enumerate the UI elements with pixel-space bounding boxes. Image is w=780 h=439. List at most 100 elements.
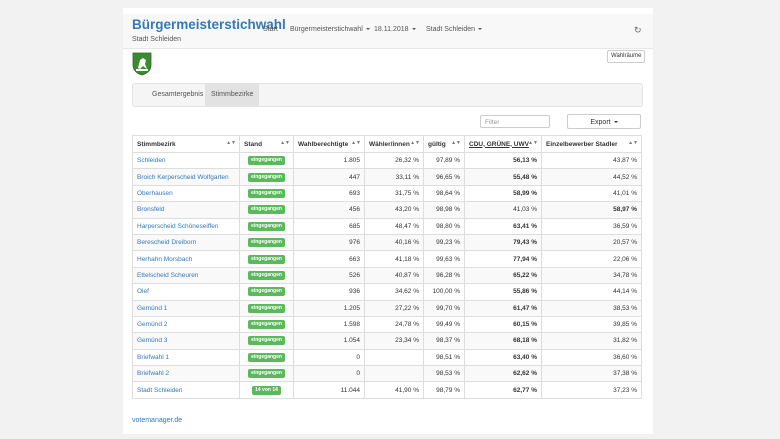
table-row: Ettelscheid Scheuren eingegangen 526 40,87 … — [132, 266, 642, 285]
eligible-cell: 936 — [293, 283, 365, 301]
district-link[interactable]: Gemünd 2 — [137, 321, 167, 328]
sort-icon: ▲▼ — [451, 140, 461, 146]
column-header[interactable]: Wähler/innen ▲▼ — [364, 135, 424, 153]
voters-cell: 31,75 % — [364, 184, 424, 203]
valid-cell: 99,23 % — [423, 233, 465, 252]
status-badge: eingegangen — [248, 287, 285, 297]
voters-cell: 27,22 % — [364, 299, 424, 317]
sort-icon: ▲▼ — [351, 140, 361, 146]
sort-icon: ▲▼ — [528, 140, 538, 146]
tab-gesamtergebnis[interactable]: Gesamtergebnis — [146, 84, 209, 106]
valid-cell: 96,65 % — [423, 168, 465, 186]
refresh-icon[interactable]: ↻ — [634, 25, 642, 36]
column-label: Stand — [244, 140, 263, 148]
sort-icon: ▲▼ — [280, 140, 290, 146]
district-link[interactable]: Olef — [137, 288, 149, 295]
status-badge: eingegangen — [248, 221, 285, 231]
status-badge: eingegangen — [248, 254, 285, 264]
cdu-cell: 77,94 % — [464, 250, 542, 268]
district-cell: Berescheid Dreiborn — [132, 233, 240, 252]
status-cell: eingegangen — [239, 365, 294, 383]
valid-cell: 98,79 % — [423, 381, 465, 399]
nav-election-label: Bürgermeisterstichwahl — [290, 26, 363, 33]
voters-cell: 26,32 % — [364, 151, 424, 170]
status-badge: eingegangen — [248, 205, 285, 215]
valid-cell: 98,51 % — [423, 348, 465, 367]
nav-start[interactable]: Start — [263, 26, 278, 33]
stadler-cell: 58,97 % — [541, 201, 642, 219]
district-link[interactable]: Berescheid Dreiborn — [137, 239, 196, 246]
status-cell: eingegangen — [239, 266, 294, 285]
stadler-cell: 37,23 % — [541, 381, 642, 399]
eligible-cell: 1.598 — [293, 315, 365, 334]
district-link[interactable]: Broich Kerperscheid Wolfgarten — [137, 174, 229, 181]
district-cell: Schleiden — [132, 151, 240, 170]
column-header[interactable]: Wahlberechtigte ▲▼ — [293, 135, 365, 153]
tab-stimmbezirke[interactable]: Stimmbezirke — [205, 84, 260, 106]
voters-cell: 33,11 % — [364, 168, 424, 186]
status-cell: 14 von 14 — [239, 381, 294, 399]
status-badge: eingegangen — [248, 156, 285, 166]
table-row: Bronsfeld eingegangen 456 43,20 % 98,98 % 41,… — [132, 201, 642, 219]
voters-cell: 34,62 % — [364, 283, 424, 301]
district-link[interactable]: Bronsfeld — [137, 206, 164, 213]
voters-cell — [364, 348, 424, 367]
column-label: gültig — [428, 140, 446, 148]
district-cell: Herhahn Morsbach — [132, 250, 240, 268]
eligible-cell: 1.805 — [293, 151, 365, 170]
eligible-cell: 1.054 — [293, 332, 365, 350]
status-cell: eingegangen — [239, 299, 294, 317]
sort-icon: ▲▼ — [226, 140, 236, 146]
district-link[interactable]: Schleiden — [137, 157, 166, 164]
wahlraeume-button[interactable]: Wahlräume — [607, 50, 646, 63]
nav-date-dropdown[interactable]: 18.11.2018 — [374, 26, 416, 33]
table-row: Olef eingegangen 936 34,62 % 100,00 % 55,86 %… — [132, 283, 642, 301]
status-badge: 14 von 14 — [252, 385, 281, 395]
voters-cell: 24,78 % — [364, 315, 424, 334]
page-subtitle: Stadt Schleiden — [132, 36, 182, 43]
eligible-cell: 447 — [293, 168, 365, 186]
column-header[interactable]: CDU, GRÜNE, UWV ▲▼ — [464, 135, 542, 153]
status-badge: eingegangen — [248, 352, 285, 362]
district-link[interactable]: Ettelscheid Scheuren — [137, 272, 198, 279]
status-cell: eingegangen — [239, 201, 294, 219]
table-row: Broich Kerperscheid Wolfgarten eingegange… — [132, 168, 642, 186]
voters-cell: 43,20 % — [364, 201, 424, 219]
eligible-cell: 0 — [293, 365, 365, 383]
district-link[interactable]: Briefwahl 2 — [137, 370, 169, 377]
column-header[interactable]: Stimmbezirk ▲▼ — [132, 135, 240, 153]
stadler-cell: 41,01 % — [541, 184, 642, 203]
eligible-cell: 0 — [293, 348, 365, 367]
status-cell: eingegangen — [239, 283, 294, 301]
district-link[interactable]: Briefwahl 1 — [137, 354, 169, 361]
column-header[interactable]: gültig ▲▼ — [423, 135, 465, 153]
district-link[interactable]: Harperscheid Schöneseiffen — [137, 223, 219, 230]
export-label: Export — [590, 119, 611, 126]
page-container: Bürgermeisterstichwahl Stadt Schleiden S… — [123, 8, 653, 434]
district-link[interactable]: Gemünd 3 — [137, 337, 167, 344]
filter-input[interactable]: Filter — [480, 115, 550, 128]
column-label: Stimmbezirk — [137, 140, 176, 148]
status-badge: eingegangen — [248, 172, 285, 182]
results-table: Stimmbezirk ▲▼ Stand ▲▼ Wahlberechtigte ▲▼ … — [132, 135, 642, 399]
voters-cell: 41,18 % — [364, 250, 424, 268]
nav-area-dropdown[interactable]: Stadt Schleiden — [426, 26, 483, 33]
votemanager-link[interactable]: votemanager.de — [132, 417, 182, 424]
nav-election-dropdown[interactable]: Bürgermeisterstichwahl — [290, 26, 370, 33]
status-cell: eingegangen — [239, 250, 294, 268]
column-header[interactable]: Stand ▲▼ — [239, 135, 294, 153]
district-link[interactable]: Oberhausen — [137, 190, 173, 197]
eligible-cell: 693 — [293, 184, 365, 203]
district-cell: Gemünd 3 — [132, 332, 240, 350]
district-link[interactable]: Herhahn Morsbach — [137, 256, 192, 263]
district-cell: Broich Kerperscheid Wolfgarten — [132, 168, 240, 186]
district-link[interactable]: Gemünd 1 — [137, 305, 167, 312]
district-link[interactable]: Stadt Schleiden — [137, 387, 183, 394]
export-dropdown[interactable]: Export — [567, 114, 641, 129]
valid-cell: 99,49 % — [423, 315, 465, 334]
eligible-cell: 11.044 — [293, 381, 365, 399]
column-header[interactable]: Einzelbewerber Stadler ▲▼ — [541, 135, 642, 153]
nav-date-label: 18.11.2018 — [374, 26, 409, 33]
nav-start-label: Start — [263, 26, 278, 33]
voters-cell: 23,34 % — [364, 332, 424, 350]
